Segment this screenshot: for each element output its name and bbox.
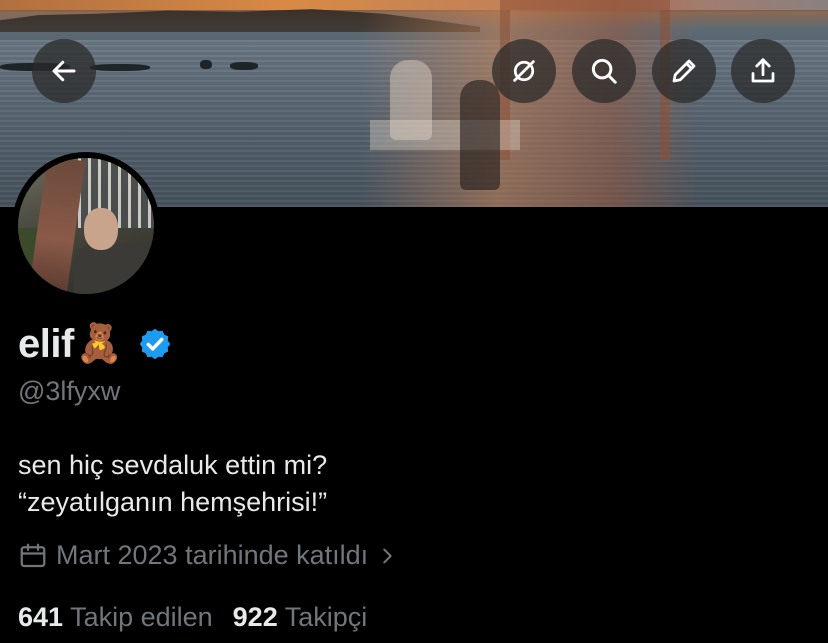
share-button[interactable] [731,39,795,103]
share-upload-icon [751,58,775,83]
verified-badge-icon[interactable] [137,326,173,362]
grok-button[interactable] [492,39,556,103]
following-label: Takip edilen [70,602,213,632]
banner-overlay-image [360,0,700,207]
following-link[interactable]: 641 Takip edilen [18,602,213,633]
joined-date-text: Mart 2023 tarihinde katıldı [56,540,369,570]
followers-label: Takipçi [284,602,368,632]
search-button[interactable] [572,39,636,103]
bio-line: “zeyatılganın hemşehrisi!” [18,487,328,517]
followers-count: 922 [232,602,278,632]
display-name: elif [18,321,74,366]
bio-line: sen hiç sevdaluk ettin mi? [18,450,328,480]
calendar-icon [20,543,46,567]
joined-date-row[interactable]: Mart 2023 tarihinde katıldı [18,540,398,571]
followers-link[interactable]: 922 Takipçi [233,602,368,633]
following-count: 641 [18,602,64,632]
avatar-photo [18,158,154,294]
chevron-right-icon [383,548,392,563]
teddy-bear-emoji: 🧸 [75,323,124,365]
slashed-circle-icon [513,60,535,82]
search-icon [591,58,617,84]
pencil-icon [672,59,696,83]
back-button[interactable] [32,39,96,103]
arrow-left-icon [52,60,76,82]
profile-avatar[interactable] [12,152,160,300]
edit-button[interactable] [652,39,716,103]
name-row: elif 🧸 [18,318,173,370]
follow-stats: 641 Takip edilen 922 Takipçi [18,602,367,633]
username-handle: @3lfyxw [18,376,121,406]
profile-bio: sen hiç sevdaluk ettin mi? “zeyatılganın… [18,447,327,521]
